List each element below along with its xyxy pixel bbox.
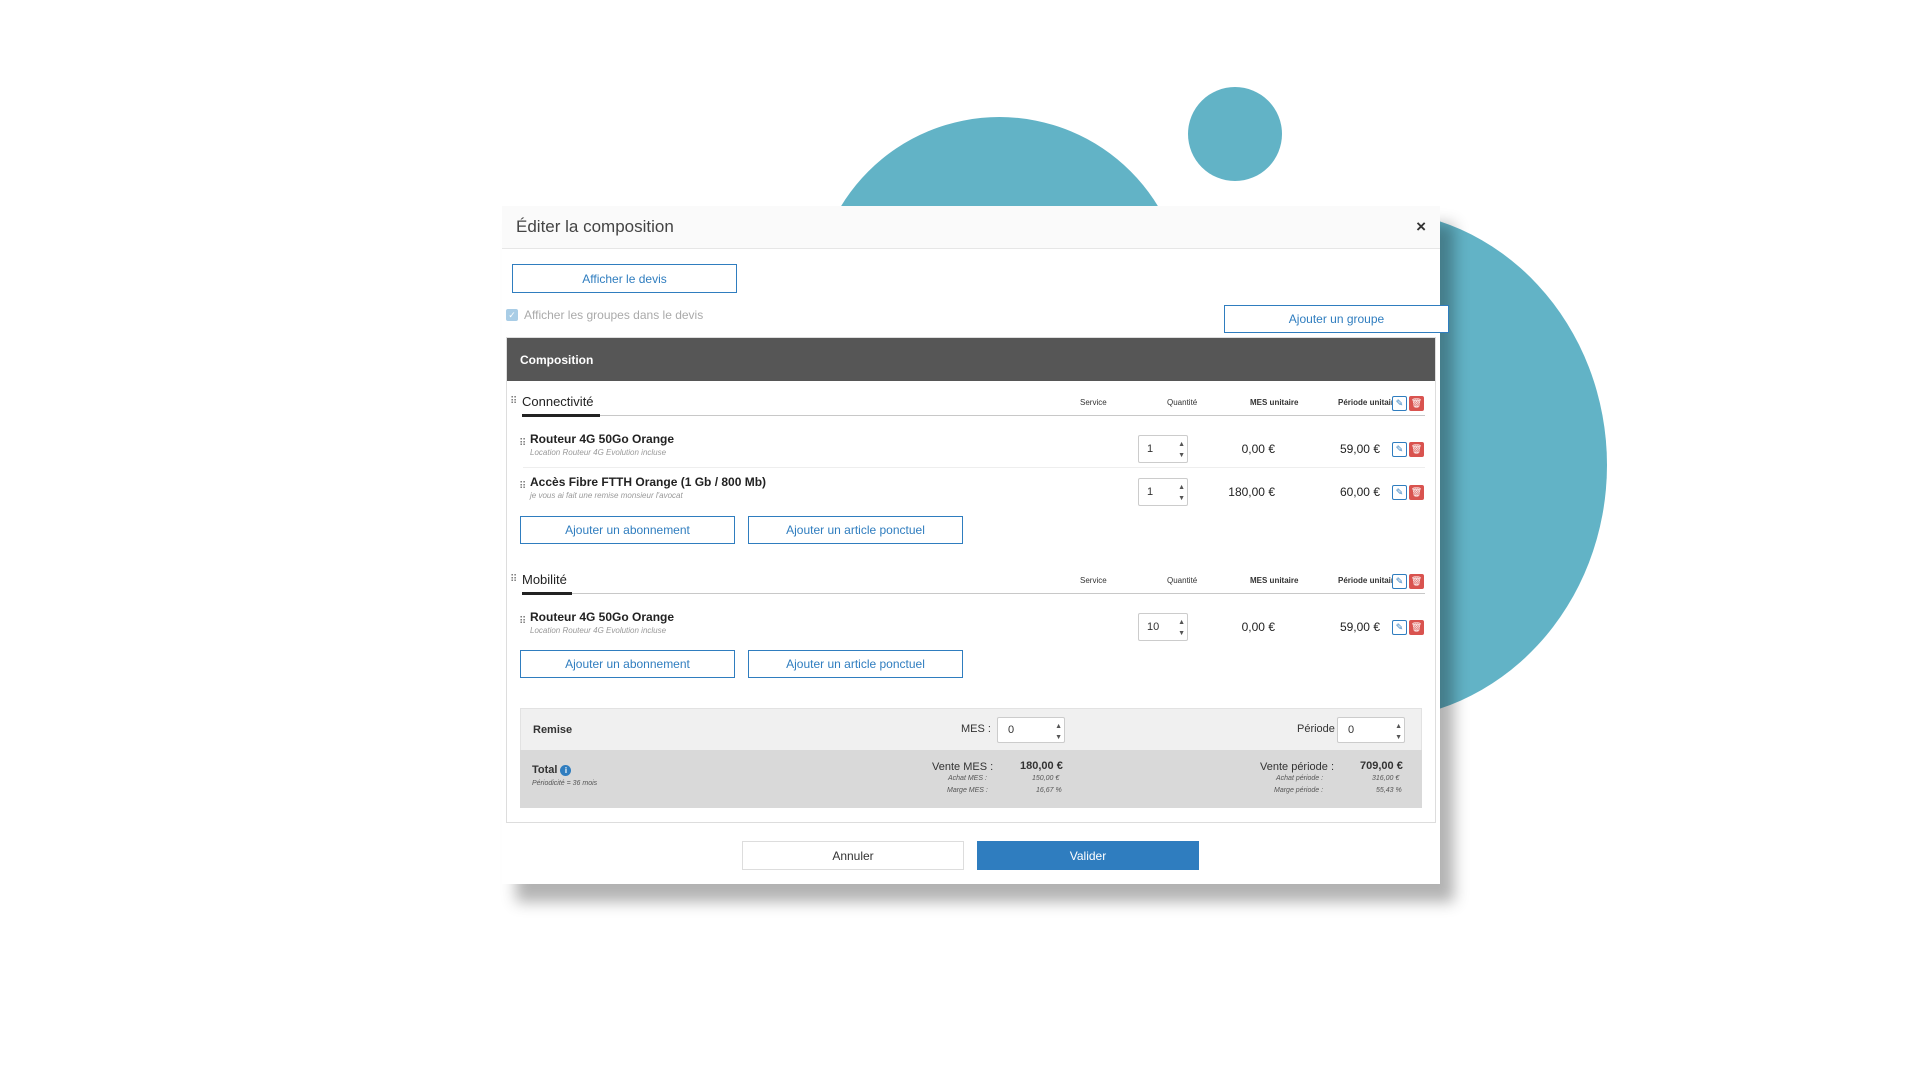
quantity-value: 1: [1147, 486, 1154, 498]
delete-trash-icon[interactable]: 🗑: [1409, 442, 1424, 457]
discount-row: Remise MES : 0 ▲ ▼ Période : 0 ▲ ▼: [520, 708, 1422, 751]
discount-mes-value: 0: [1008, 724, 1015, 736]
discount-period-value: 0: [1348, 724, 1355, 736]
col-mes-unit: MES unitaire: [1250, 576, 1299, 585]
discount-period-label: Période :: [1297, 723, 1342, 735]
spinner-arrows-icon[interactable]: ▲ ▼: [1055, 721, 1062, 743]
show-groups-label: Afficher les groupes dans le devis: [524, 308, 704, 322]
discount-mes-label: MES :: [961, 723, 991, 735]
marge-period-value: 55,43 %: [1376, 787, 1402, 794]
group-title: Mobilité: [522, 572, 567, 587]
add-subscription-button[interactable]: Ajouter un abonnement: [520, 516, 735, 544]
spinner-arrows-icon[interactable]: ▲ ▼: [1395, 721, 1402, 743]
edit-pencil-icon[interactable]: ✎: [1392, 620, 1407, 635]
decorative-circle-small: [1188, 87, 1282, 181]
add-one-off-item-button[interactable]: Ajouter un article ponctuel: [748, 650, 963, 678]
delete-trash-icon[interactable]: 🗑: [1409, 620, 1424, 635]
col-period-unit: Période unitaire: [1338, 576, 1399, 585]
drag-handle-icon[interactable]: ⠿: [519, 481, 526, 492]
spinner-arrows-icon[interactable]: ▲ ▼: [1178, 482, 1185, 504]
mes-unit-amount: 0,00 €: [1241, 442, 1275, 456]
achat-period-label: Achat période :: [1276, 775, 1324, 782]
achat-mes-value: 150,00 €: [1032, 775, 1060, 782]
edit-pencil-icon[interactable]: ✎: [1392, 396, 1407, 411]
item-name: Routeur 4G 50Go Orange: [530, 610, 675, 624]
col-quantity: Quantité: [1167, 576, 1198, 585]
group-header-mobilite: ⠿ Mobilité Service Quantité MES unitaire…: [510, 572, 1425, 595]
mes-unit-amount: 180,00 €: [1228, 485, 1275, 499]
cancel-button[interactable]: Annuler: [742, 841, 964, 870]
col-service: Service: [1080, 576, 1107, 585]
col-mes-unit: MES unitaire: [1250, 398, 1299, 407]
drag-handle-icon[interactable]: ⠿: [519, 616, 526, 627]
modal-header: Éditer la composition ×: [502, 206, 1440, 249]
total-label: Total i: [532, 764, 572, 776]
vente-mes-value: 180,00 €: [1020, 760, 1063, 772]
drag-handle-icon[interactable]: ⠿: [510, 396, 517, 407]
quantity-value: 10: [1147, 621, 1160, 633]
quantity-stepper[interactable]: 1 ▲ ▼: [1138, 435, 1188, 463]
item-divider: [523, 467, 1425, 468]
info-icon[interactable]: i: [560, 764, 572, 776]
item-description: Location Routeur 4G Evolution incluse: [530, 448, 667, 457]
item-description: je vous ai fait une remise monsieur l'av…: [530, 491, 683, 500]
checkbox-icon[interactable]: ✓: [506, 309, 518, 321]
item-name: Accès Fibre FTTH Orange (1 Gb / 800 Mb): [530, 475, 767, 489]
panel-title: Composition: [507, 338, 1435, 381]
group-header-connectivite: ⠿ Connectivité Service Quantité MES unit…: [510, 394, 1425, 417]
quantity-stepper[interactable]: 1 ▲ ▼: [1138, 478, 1188, 506]
achat-period-value: 316,00 €: [1372, 775, 1400, 782]
total-label-text: Total: [532, 764, 558, 776]
edit-pencil-icon[interactable]: ✎: [1392, 485, 1407, 500]
drag-handle-icon[interactable]: ⠿: [519, 438, 526, 449]
drag-handle-icon[interactable]: ⠿: [510, 574, 517, 585]
col-quantity: Quantité: [1167, 398, 1198, 407]
validate-button[interactable]: Valider: [977, 841, 1199, 870]
discount-label: Remise: [533, 724, 573, 736]
spinner-arrows-icon[interactable]: ▲ ▼: [1178, 439, 1185, 461]
item-name: Routeur 4G 50Go Orange: [530, 432, 675, 446]
vente-period-value: 709,00 €: [1360, 760, 1403, 772]
close-icon[interactable]: ×: [1416, 217, 1426, 237]
quantity-stepper[interactable]: 10 ▲ ▼: [1138, 613, 1188, 641]
item-description: Location Routeur 4G Evolution incluse: [530, 626, 667, 635]
periodicity: Périodicité = 36 mois: [532, 780, 598, 787]
list-item: ⠿ Routeur 4G 50Go Orange Location Routeu…: [515, 608, 1425, 646]
mes-unit-amount: 0,00 €: [1241, 620, 1275, 634]
col-period-unit: Période unitaire: [1338, 398, 1399, 407]
group-divider: [522, 593, 1425, 594]
achat-mes-label: Achat MES :: [948, 775, 987, 782]
marge-period-label: Marge période :: [1274, 787, 1324, 794]
delete-trash-icon[interactable]: 🗑: [1409, 485, 1424, 500]
total-row: Total i Périodicité = 36 mois Vente MES :…: [520, 750, 1422, 808]
discount-mes-input[interactable]: 0 ▲ ▼: [997, 717, 1065, 743]
list-item: ⠿ Routeur 4G 50Go Orange Location Routeu…: [515, 430, 1425, 468]
edit-pencil-icon[interactable]: ✎: [1392, 442, 1407, 457]
col-service: Service: [1080, 398, 1107, 407]
period-unit-amount: 59,00 €: [1339, 620, 1380, 634]
vente-mes-label: Vente MES :: [932, 761, 994, 773]
add-group-button[interactable]: Ajouter un groupe: [1224, 305, 1449, 333]
period-unit-amount: 60,00 €: [1339, 485, 1380, 499]
marge-mes-label: Marge MES :: [947, 787, 988, 794]
group-title-underline: [522, 414, 600, 417]
vente-period-label: Vente période :: [1260, 761, 1335, 773]
show-quote-button[interactable]: Afficher le devis: [512, 264, 737, 293]
group-title-underline: [522, 592, 572, 595]
add-subscription-button[interactable]: Ajouter un abonnement: [520, 650, 735, 678]
add-one-off-item-button[interactable]: Ajouter un article ponctuel: [748, 516, 963, 544]
marge-mes-value: 16,67 %: [1036, 787, 1062, 794]
list-item: ⠿ Accès Fibre FTTH Orange (1 Gb / 800 Mb…: [515, 473, 1425, 511]
delete-trash-icon[interactable]: 🗑: [1409, 574, 1424, 589]
group-title: Connectivité: [522, 394, 594, 409]
discount-period-input[interactable]: 0 ▲ ▼: [1337, 717, 1405, 743]
modal-title: Éditer la composition: [516, 217, 674, 236]
group-divider: [522, 415, 1425, 416]
period-unit-amount: 59,00 €: [1339, 442, 1380, 456]
spinner-arrows-icon[interactable]: ▲ ▼: [1178, 617, 1185, 639]
show-groups-toggle[interactable]: ✓ Afficher les groupes dans le devis: [506, 308, 703, 322]
quantity-value: 1: [1147, 443, 1154, 455]
delete-trash-icon[interactable]: 🗑: [1409, 396, 1424, 411]
edit-pencil-icon[interactable]: ✎: [1392, 574, 1407, 589]
